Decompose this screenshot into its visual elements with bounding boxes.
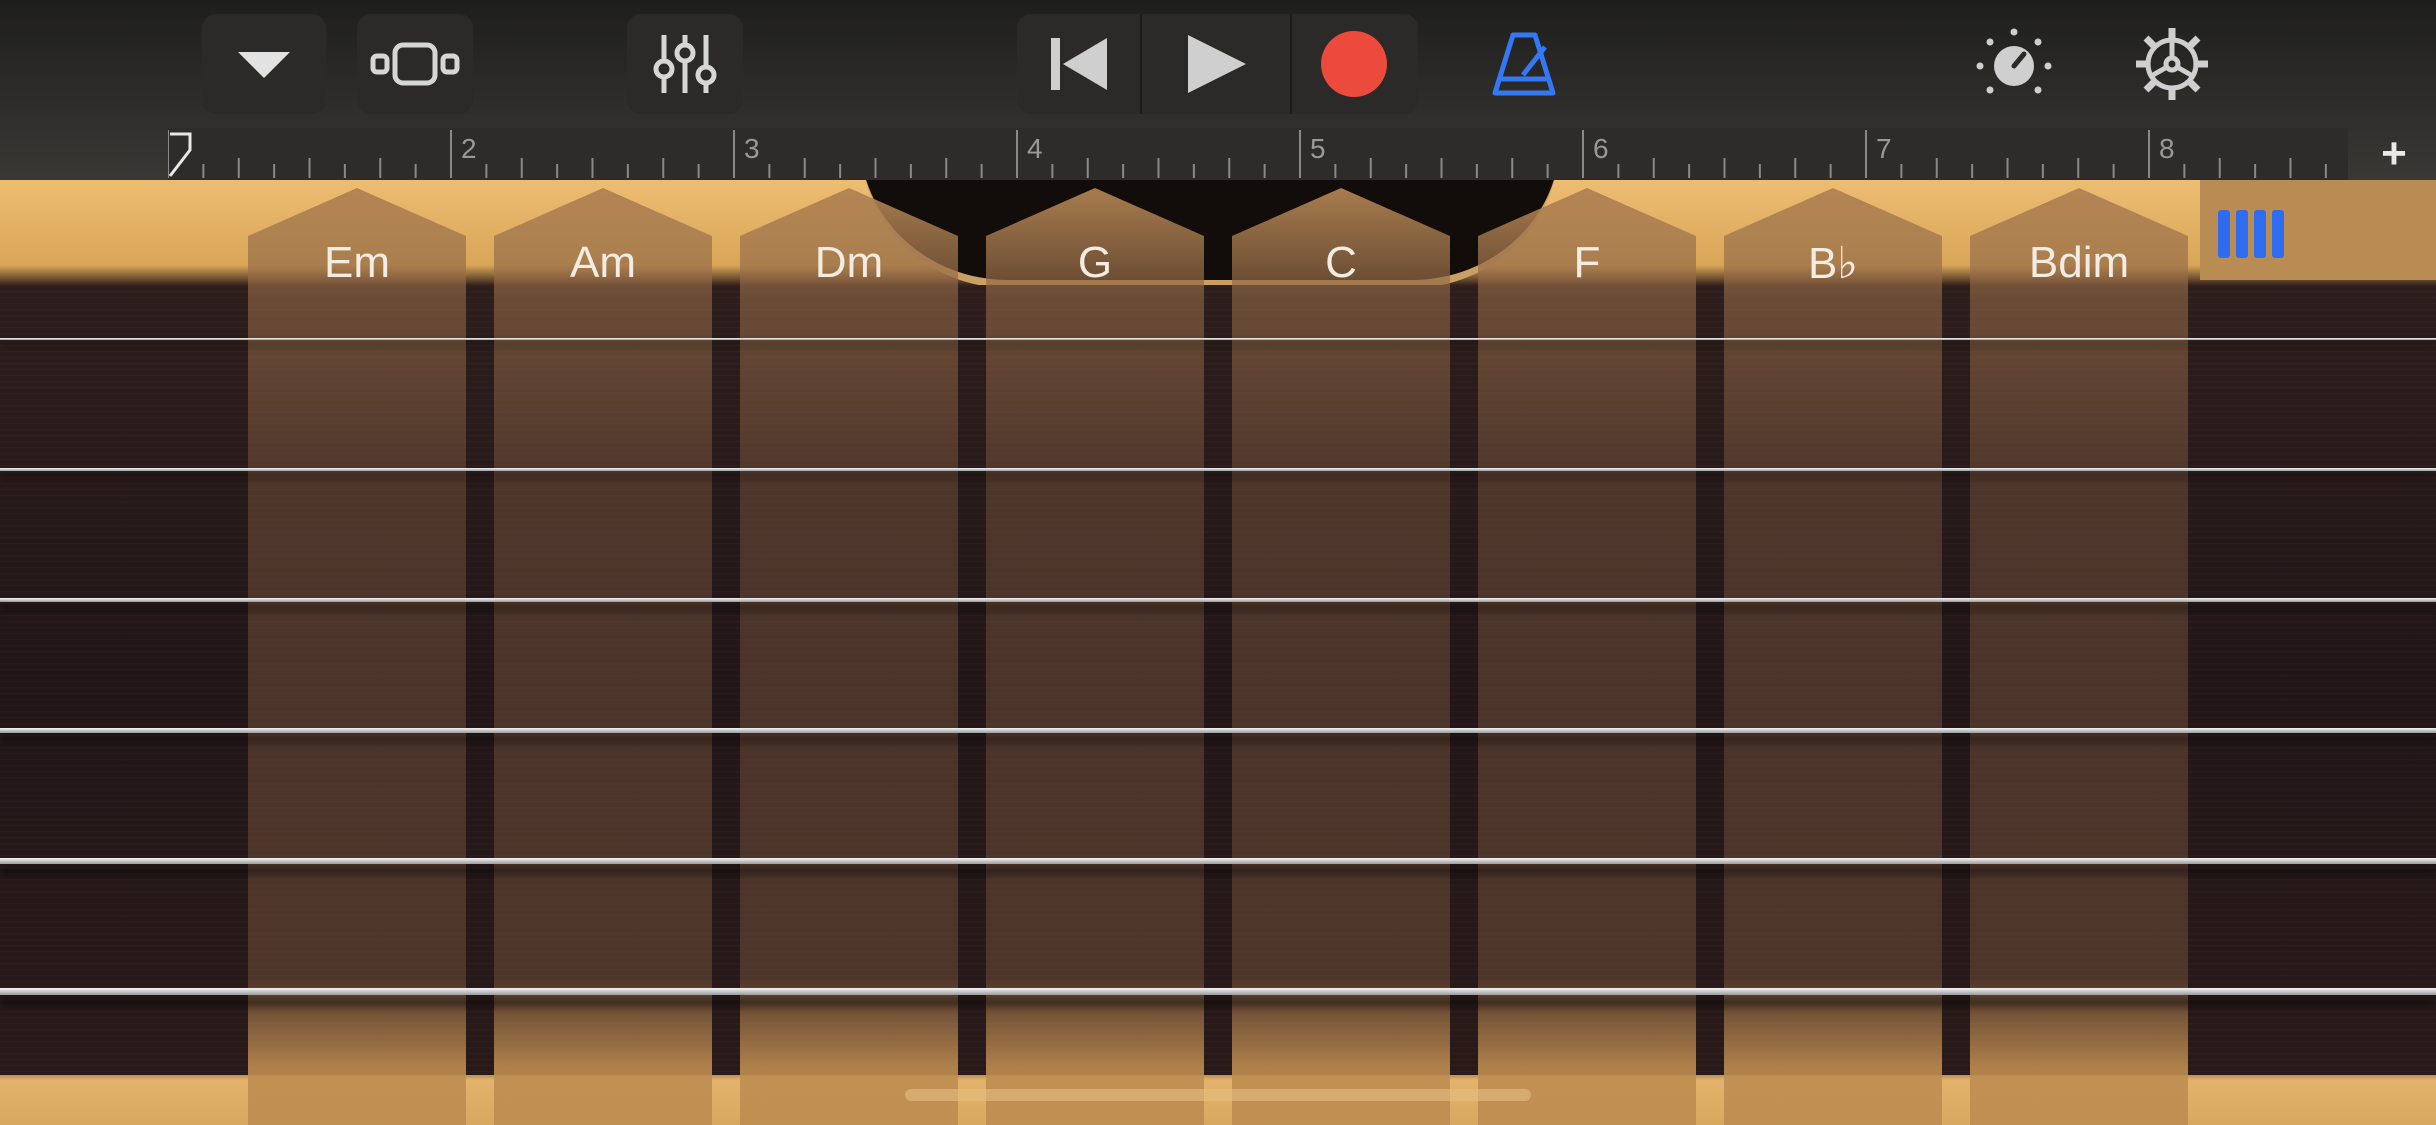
ruler-ticks: 2 3 4 5 6 7 8 xyxy=(168,130,2327,178)
gear-icon xyxy=(2136,28,2208,100)
skip-back-icon xyxy=(1050,38,1107,90)
chevron-down-icon xyxy=(238,52,290,78)
control-bar: 2 3 4 5 6 7 8 + xyxy=(0,0,2436,180)
settings-button[interactable] xyxy=(2132,14,2212,114)
bar-number: 6 xyxy=(1593,133,1609,164)
chord-label: Bdim xyxy=(2028,238,2130,287)
guitar-string-1[interactable] xyxy=(0,338,2436,340)
go-to-beginning-button[interactable] xyxy=(1017,14,1140,114)
record-icon xyxy=(1321,31,1387,97)
knob-icon xyxy=(1976,28,2052,94)
chord-strip-1[interactable]: Em xyxy=(248,188,466,1125)
chord-label: F xyxy=(1573,238,1601,287)
chord-strip-2[interactable]: Am xyxy=(494,188,712,1125)
chord-label: G xyxy=(1077,238,1113,287)
bar-number: 7 xyxy=(1876,133,1892,164)
guitar-string-5[interactable] xyxy=(0,858,2436,864)
chord-strip-toggle[interactable] xyxy=(2200,180,2436,280)
bar-number: 5 xyxy=(1310,133,1326,164)
record-button[interactable] xyxy=(1292,14,1416,114)
chord-label: B♭ xyxy=(1807,239,1859,288)
bar-number: 8 xyxy=(2159,133,2175,164)
guitar-string-3[interactable] xyxy=(0,598,2436,602)
chord-label: C xyxy=(1325,238,1357,287)
mixer-button[interactable] xyxy=(627,14,743,114)
transport-controls xyxy=(1017,14,1418,114)
chord-label: Dm xyxy=(814,238,884,287)
home-indicator xyxy=(905,1089,1531,1101)
chord-strip-5[interactable]: C xyxy=(1232,188,1450,1125)
bar-number: 3 xyxy=(744,133,760,164)
play-icon xyxy=(1188,35,1246,93)
bar-number: 4 xyxy=(1027,133,1043,164)
chord-strip-6[interactable]: F xyxy=(1478,188,1696,1125)
master-effects-button[interactable] xyxy=(1972,14,2056,114)
guitar-soundhole xyxy=(860,180,1560,288)
timeline-ruler[interactable]: 2 3 4 5 6 7 8 xyxy=(168,128,2348,180)
chord-strip-4[interactable]: G xyxy=(986,188,1204,1125)
guitar-string-6[interactable] xyxy=(0,988,2436,995)
tracks-view-icon xyxy=(370,42,460,86)
mixer-sliders-icon xyxy=(653,35,717,93)
bar-number: 2 xyxy=(461,133,477,164)
chord-label: Am xyxy=(570,238,636,287)
play-button[interactable] xyxy=(1142,14,1290,114)
chord-strip-7[interactable]: B♭ xyxy=(1724,188,1942,1125)
metronome-icon xyxy=(1492,32,1556,96)
chord-strip-8[interactable]: Bdim xyxy=(1970,188,2188,1125)
playhead-marker[interactable] xyxy=(168,132,192,177)
guitar-string-2[interactable] xyxy=(0,468,2436,471)
chord-label: Em xyxy=(324,238,390,287)
chord-strip-3[interactable]: Dm xyxy=(740,188,958,1125)
tracks-view-button[interactable] xyxy=(357,14,473,114)
smart-guitar-surface: Em Am Dm G C F B♭ Bdim xyxy=(0,180,2436,1125)
metronome-button[interactable] xyxy=(1484,14,1564,114)
browser-menu-button[interactable] xyxy=(202,14,326,114)
add-section-button[interactable]: + xyxy=(2366,128,2422,180)
chord-strips-icon xyxy=(2218,210,2284,258)
guitar-string-4[interactable] xyxy=(0,728,2436,733)
